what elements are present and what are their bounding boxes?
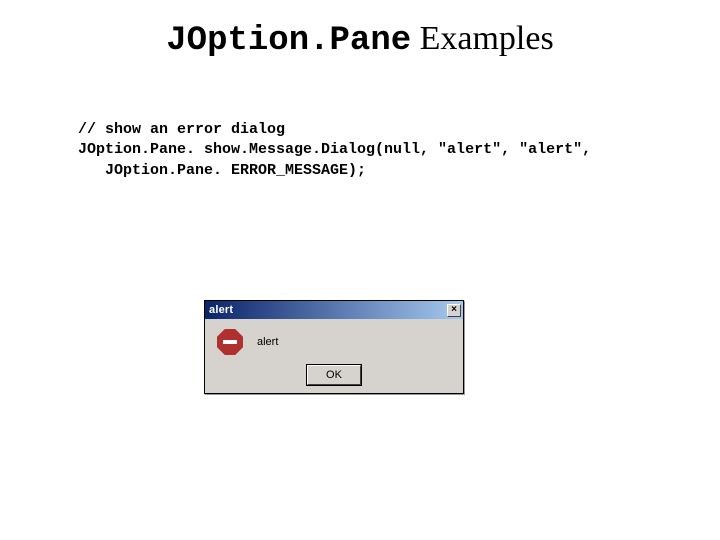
title-plain-part: Examples — [411, 20, 554, 57]
error-icon — [217, 329, 243, 355]
dialog-body: alert — [205, 319, 463, 361]
dialog-title: alert — [209, 304, 233, 316]
ok-button[interactable]: OK — [307, 365, 361, 385]
slide-title: JOption.Pane Examples — [0, 20, 720, 60]
error-dialog: alert × alert OK — [204, 300, 464, 394]
close-button[interactable]: × — [447, 304, 461, 317]
code-block: // show an error dialog JOption.Pane. sh… — [78, 120, 660, 181]
dialog-message: alert — [257, 336, 278, 348]
dialog-titlebar[interactable]: alert × — [205, 301, 463, 319]
code-line-3: JOption.Pane. ERROR_MESSAGE); — [78, 162, 366, 179]
code-line-2: JOption.Pane. show.Message.Dialog(null, … — [78, 141, 591, 158]
close-icon: × — [451, 305, 457, 315]
code-line-1: // show an error dialog — [78, 121, 285, 138]
ok-button-label: OK — [326, 369, 342, 381]
slide: JOption.Pane Examples // show an error d… — [0, 0, 720, 540]
dialog-button-row: OK — [205, 361, 463, 393]
title-code-part: JOption.Pane — [166, 22, 411, 60]
